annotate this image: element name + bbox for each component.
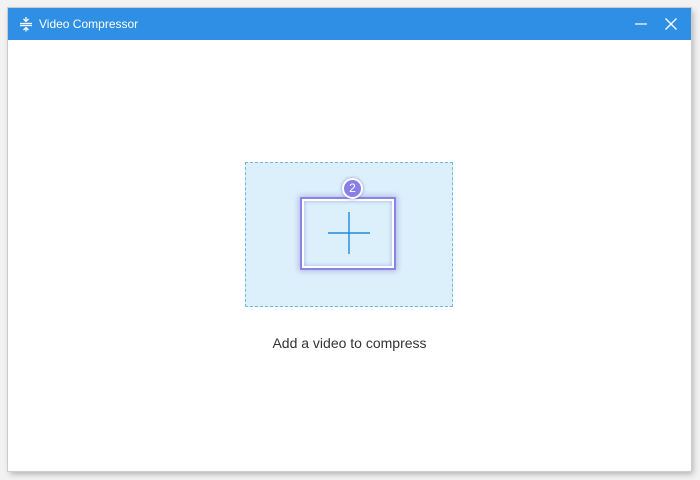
app-window: Video Compressor 2 Add a video to compre… — [8, 8, 691, 471]
add-video-prompt: Add a video to compress — [272, 335, 427, 351]
close-button[interactable] — [658, 12, 684, 36]
step-badge: 2 — [342, 178, 363, 199]
plus-icon — [328, 212, 370, 254]
compress-icon — [20, 17, 32, 32]
add-video-drop-zone[interactable]: 2 — [245, 162, 453, 307]
title-bar[interactable]: Video Compressor — [8, 8, 691, 40]
main-content: 2 Add a video to compress — [8, 40, 691, 471]
minimize-button[interactable] — [628, 12, 654, 36]
minimize-icon — [635, 23, 647, 25]
add-video-button[interactable] — [300, 197, 396, 270]
close-icon — [665, 18, 677, 30]
window-title: Video Compressor — [39, 17, 139, 31]
